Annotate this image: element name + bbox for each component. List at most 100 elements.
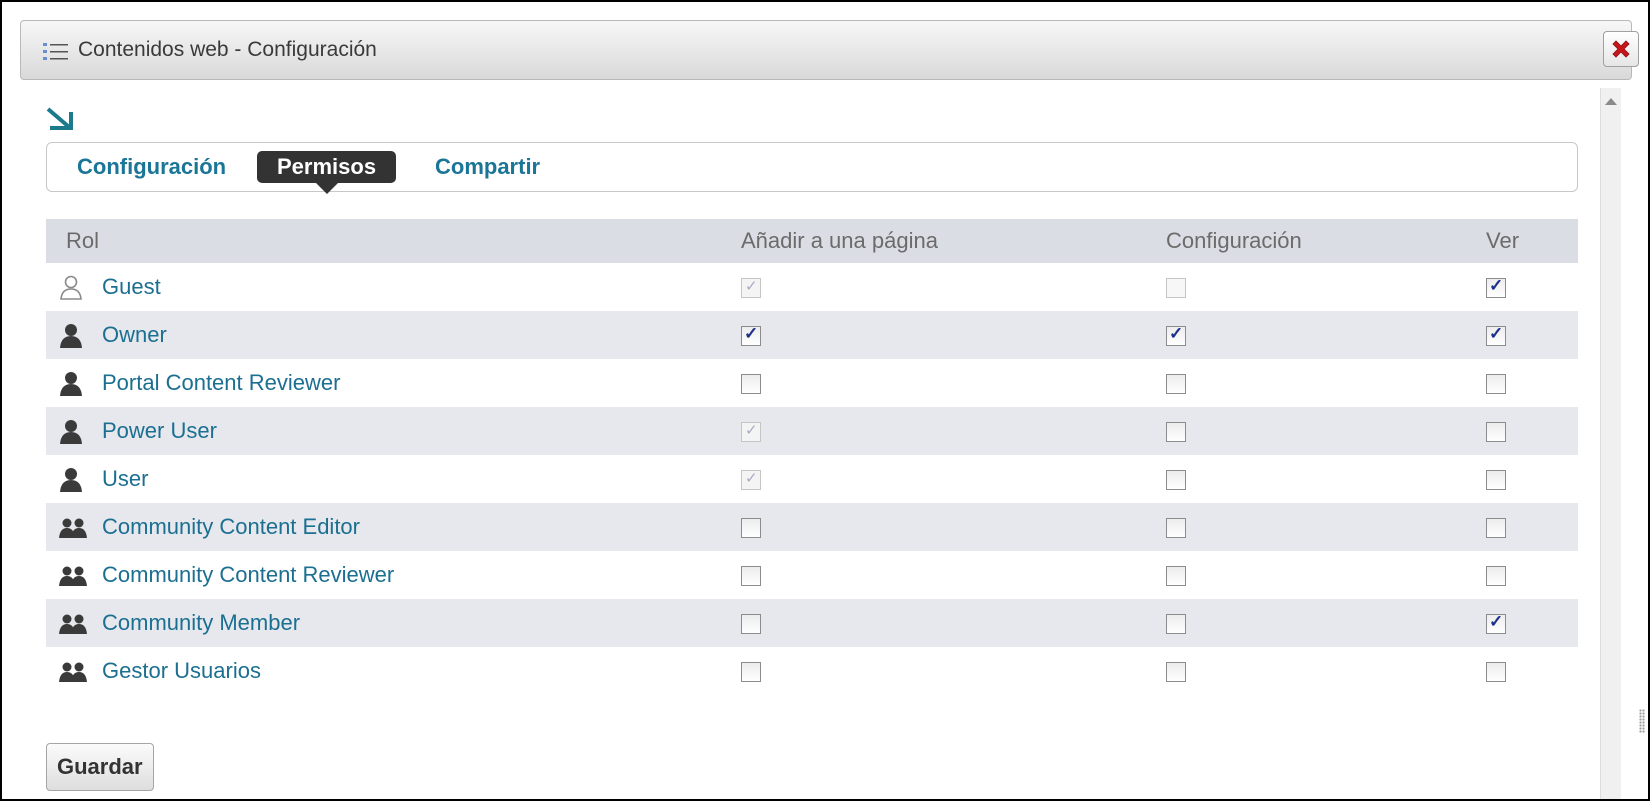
user-icon <box>56 371 90 397</box>
view-cell <box>1486 263 1578 311</box>
view-cell <box>1486 503 1578 551</box>
configuration-cell <box>1166 647 1486 695</box>
role-cell: Community Member <box>46 599 741 647</box>
view-checkbox[interactable] <box>1486 374 1506 395</box>
configuration-cell <box>1166 503 1486 551</box>
arrow-down-right-icon[interactable] <box>45 106 75 137</box>
view-checkbox[interactable] <box>1486 662 1506 683</box>
user-icon <box>56 323 90 349</box>
group-icon <box>56 659 90 685</box>
group-icon <box>56 563 90 589</box>
add-to-page-checkbox <box>741 421 761 443</box>
view-checkbox[interactable] <box>1486 566 1506 587</box>
dialog-titlebar[interactable]: Contenidos web - Configuración <box>20 20 1639 80</box>
role-link[interactable]: Guest <box>102 275 161 300</box>
configuration-checkbox[interactable] <box>1166 374 1186 395</box>
view-cell <box>1486 455 1578 503</box>
configuration-cell <box>1166 311 1486 359</box>
role-link[interactable]: Community Content Reviewer <box>102 563 394 588</box>
guest-user-icon <box>56 275 90 301</box>
table-row: Power User <box>46 407 1578 455</box>
view-checkbox[interactable] <box>1486 276 1506 299</box>
add-to-page-checkbox[interactable] <box>741 518 761 539</box>
configuration-checkbox[interactable] <box>1166 422 1186 443</box>
view-cell <box>1486 647 1578 695</box>
permissions-table: Rol Añadir a una página Configuración Ve… <box>46 219 1578 695</box>
configuration-checkbox[interactable] <box>1166 662 1186 683</box>
add-to-page-checkbox[interactable] <box>741 566 761 587</box>
table-row: Owner <box>46 311 1578 359</box>
tab-permisos[interactable]: Permisos <box>257 151 397 194</box>
add-to-page-cell <box>741 455 1166 503</box>
view-checkbox[interactable] <box>1486 612 1506 635</box>
table-row: Portal Content Reviewer <box>46 359 1578 407</box>
resize-grip-icon[interactable] <box>1639 709 1645 733</box>
table-header-row: Rol Añadir a una página Configuración Ve… <box>46 219 1578 263</box>
group-icon <box>56 515 90 541</box>
group-icon <box>56 611 90 637</box>
role-link[interactable]: Owner <box>102 323 167 348</box>
role-link[interactable]: Gestor Usuarios <box>102 659 261 684</box>
add-to-page-cell <box>741 647 1166 695</box>
add-to-page-cell <box>741 551 1166 599</box>
add-to-page-cell <box>741 599 1166 647</box>
add-to-page-cell <box>741 503 1166 551</box>
dialog-title: Contenidos web - Configuración <box>78 38 377 61</box>
role-cell: Guest <box>46 263 741 311</box>
role-cell: Power User <box>46 407 741 455</box>
role-cell: Owner <box>46 311 741 359</box>
configuration-checkbox <box>1166 278 1186 299</box>
add-to-page-checkbox[interactable] <box>741 662 761 683</box>
add-to-page-checkbox[interactable] <box>741 324 761 347</box>
add-to-page-checkbox[interactable] <box>741 614 761 635</box>
role-cell: Community Content Editor <box>46 503 741 551</box>
role-cell: Community Content Reviewer <box>46 551 741 599</box>
tab-bar: Configuración Permisos Compartir <box>46 142 1578 194</box>
vertical-scrollbar[interactable] <box>1600 88 1621 799</box>
table-row: User <box>46 455 1578 503</box>
configuration-checkbox[interactable] <box>1166 324 1186 347</box>
view-checkbox[interactable] <box>1486 324 1506 347</box>
role-cell: Portal Content Reviewer <box>46 359 741 407</box>
tab-compartir[interactable]: Compartir <box>435 151 540 183</box>
add-to-page-checkbox <box>741 277 761 299</box>
role-link[interactable]: Community Content Editor <box>102 515 360 540</box>
configuration-cell <box>1166 455 1486 503</box>
view-checkbox[interactable] <box>1486 518 1506 539</box>
configuration-checkbox[interactable] <box>1166 470 1186 491</box>
role-link[interactable]: Community Member <box>102 611 300 636</box>
add-to-page-cell <box>741 311 1166 359</box>
view-cell <box>1486 311 1578 359</box>
configuration-cell <box>1166 551 1486 599</box>
configuration-cell <box>1166 407 1486 455</box>
view-cell <box>1486 551 1578 599</box>
list-icon <box>43 41 69 63</box>
role-link[interactable]: Portal Content Reviewer <box>102 371 340 396</box>
scroll-up-arrow-icon[interactable] <box>1605 98 1617 105</box>
role-link[interactable]: Power User <box>102 419 217 444</box>
role-cell: User <box>46 455 741 503</box>
add-to-page-cell <box>741 359 1166 407</box>
configuration-checkbox[interactable] <box>1166 518 1186 539</box>
table-row: Community Content Reviewer <box>46 551 1578 599</box>
role-link[interactable]: User <box>102 467 148 492</box>
column-header-rol: Rol <box>46 219 741 263</box>
close-button[interactable] <box>1603 31 1639 67</box>
configuration-cell <box>1166 263 1486 311</box>
tab-configuracion[interactable]: Configuración <box>77 151 226 183</box>
add-to-page-cell <box>741 263 1166 311</box>
table-row: Community Member <box>46 599 1578 647</box>
configuration-cell <box>1166 599 1486 647</box>
save-button[interactable]: Guardar <box>46 743 154 791</box>
user-icon <box>56 467 90 493</box>
configuration-checkbox[interactable] <box>1166 566 1186 587</box>
add-to-page-checkbox <box>741 469 761 491</box>
configuration-cell <box>1166 359 1486 407</box>
user-icon <box>56 419 90 445</box>
view-checkbox[interactable] <box>1486 470 1506 491</box>
configuration-checkbox[interactable] <box>1166 614 1186 635</box>
add-to-page-checkbox[interactable] <box>741 374 761 395</box>
column-header-ver: Ver <box>1486 219 1578 263</box>
table-row: Gestor Usuarios <box>46 647 1578 695</box>
view-checkbox[interactable] <box>1486 422 1506 443</box>
